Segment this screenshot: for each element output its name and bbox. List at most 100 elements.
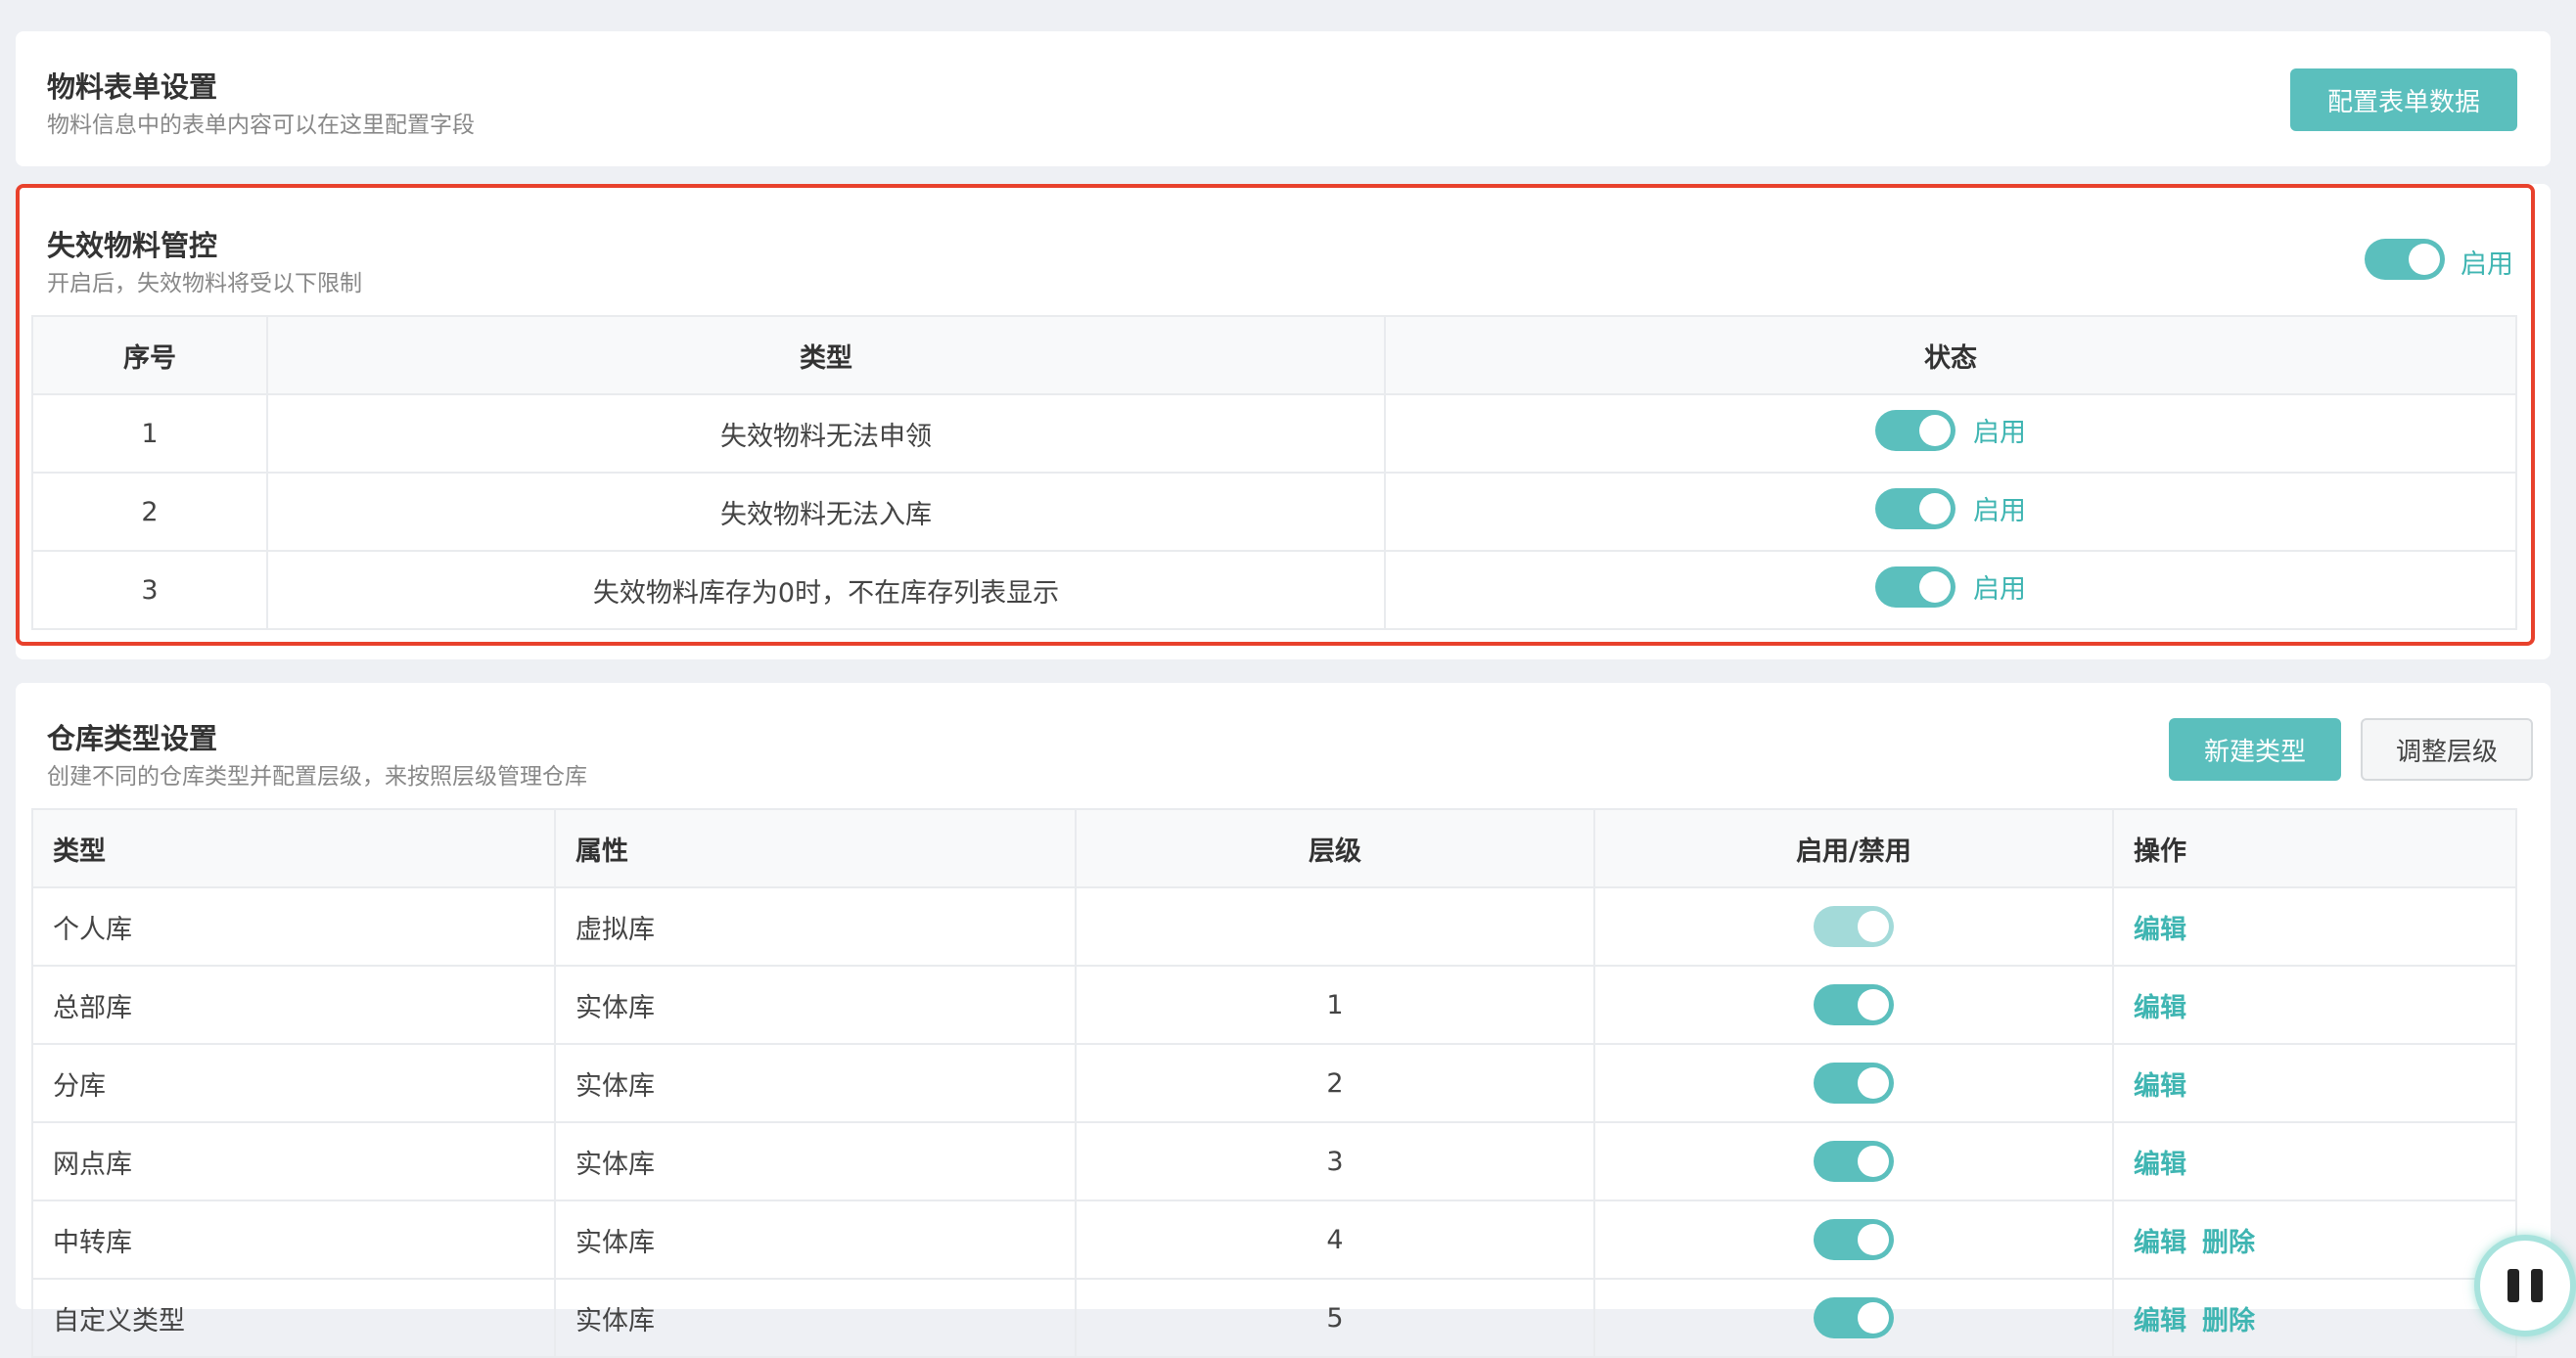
row-type: 失效物料库存为0时，不在库存列表显示	[266, 550, 1386, 630]
row-status-toggle[interactable]	[1875, 409, 1955, 451]
row-type: 分库	[31, 1043, 556, 1123]
row-attribute: 实体库	[554, 1043, 1077, 1123]
row-level	[1075, 886, 1595, 967]
table-row: 2 失效物料无法入库 启用	[31, 472, 2517, 552]
row-enable-toggle[interactable]	[1814, 1141, 1894, 1182]
invalid-material-table: 序号 类型 状态 1 失效物料无法申领 启用 2 失效物料无法入库 启用 3 失…	[31, 315, 2517, 630]
row-index: 2	[31, 472, 268, 552]
warehouse-types-table: 类型 属性 层级 启用/禁用 操作 个人库 虚拟库 编辑 总部库 实体库 1 编辑 分库 实体库…	[31, 808, 2517, 1358]
row-level: 3	[1075, 1121, 1595, 1201]
row-enable-cell	[1593, 886, 2114, 967]
row-type: 失效物料无法入库	[266, 472, 1386, 552]
table-row: 中转库 实体库 4 编辑 删除	[31, 1200, 2517, 1280]
row-enable-cell	[1593, 1278, 2114, 1358]
row-type: 中转库	[31, 1200, 556, 1280]
form-settings-title: 物料表单设置	[47, 70, 218, 104]
toggle-knob	[1858, 989, 1889, 1020]
row-index: 1	[31, 393, 268, 474]
toggle-knob	[1858, 1224, 1889, 1255]
toggle-knob	[1858, 911, 1889, 942]
action-delete-link[interactable]: 删除	[2202, 1228, 2255, 1258]
row-status-toggle[interactable]	[1875, 487, 1955, 529]
column-header-status: 状态	[1384, 315, 2517, 395]
invalid-material-toggle[interactable]	[2365, 239, 2445, 280]
column-header-index: 序号	[31, 315, 268, 395]
row-status-label: 启用	[1973, 418, 2026, 448]
action-edit-link[interactable]: 编辑	[2134, 1150, 2186, 1180]
row-actions: 编辑	[2112, 1043, 2517, 1123]
pause-button[interactable]	[2474, 1235, 2576, 1336]
row-index: 3	[31, 550, 268, 630]
column-header-type: 类型	[266, 315, 1386, 395]
row-level: 1	[1075, 965, 1595, 1045]
row-enable-cell	[1593, 1121, 2114, 1201]
row-enable-toggle[interactable]	[1814, 984, 1894, 1025]
action-edit-link[interactable]: 编辑	[2134, 1306, 2186, 1336]
row-type: 总部库	[31, 965, 556, 1045]
row-enable-toggle[interactable]	[1814, 1063, 1894, 1104]
new-type-button[interactable]: 新建类型	[2169, 718, 2341, 781]
table-row: 分库 实体库 2 编辑	[31, 1043, 2517, 1123]
table-header-row: 类型 属性 层级 启用/禁用 操作	[31, 808, 2517, 888]
table-row: 总部库 实体库 1 编辑	[31, 965, 2517, 1045]
toggle-knob	[1858, 1302, 1889, 1334]
toggle-knob	[1919, 414, 1951, 446]
form-settings-subtitle: 物料信息中的表单内容可以在这里配置字段	[47, 113, 475, 138]
row-actions: 编辑 删除	[2112, 1278, 2517, 1358]
table-row: 3 失效物料库存为0时，不在库存列表显示 启用	[31, 550, 2517, 630]
pause-icon	[2531, 1269, 2543, 1302]
table-row: 个人库 虚拟库 编辑	[31, 886, 2517, 967]
row-enable-cell	[1593, 965, 2114, 1045]
action-edit-link[interactable]: 编辑	[2134, 915, 2186, 945]
row-attribute: 实体库	[554, 965, 1077, 1045]
row-level: 2	[1075, 1043, 1595, 1123]
action-edit-link[interactable]: 编辑	[2134, 1071, 2186, 1102]
row-status-toggle[interactable]	[1875, 566, 1955, 608]
row-type: 网点库	[31, 1121, 556, 1201]
adjust-level-button[interactable]: 调整层级	[2361, 718, 2533, 781]
table-row: 自定义类型 实体库 5 编辑 删除	[31, 1278, 2517, 1358]
table-row: 1 失效物料无法申领 启用	[31, 393, 2517, 474]
warehouse-types-subtitle: 创建不同的仓库类型并配置层级，来按照层级管理仓库	[47, 764, 587, 790]
row-actions: 编辑	[2112, 886, 2517, 967]
row-status-cell: 启用	[1384, 393, 2517, 474]
toggle-knob	[1919, 492, 1951, 524]
row-status-label: 启用	[1973, 496, 2026, 526]
table-row: 网点库 实体库 3 编辑	[31, 1121, 2517, 1201]
row-type: 失效物料无法申领	[266, 393, 1386, 474]
row-status-cell: 启用	[1384, 472, 2517, 552]
invalid-material-toggle-label: 启用	[2461, 249, 2513, 280]
row-enable-toggle[interactable]	[1814, 1297, 1894, 1338]
row-enable-cell	[1593, 1200, 2114, 1280]
row-status-label: 启用	[1973, 574, 2026, 605]
toggle-knob	[1858, 1067, 1889, 1099]
table-header-row: 序号 类型 状态	[31, 315, 2517, 395]
column-header-enable: 启用/禁用	[1593, 808, 2114, 888]
invalid-material-title: 失效物料管控	[47, 229, 218, 262]
row-type: 个人库	[31, 886, 556, 967]
pause-icon	[2507, 1269, 2519, 1302]
warehouse-types-title: 仓库类型设置	[47, 722, 218, 755]
row-level: 4	[1075, 1200, 1595, 1280]
toggle-knob	[1858, 1146, 1889, 1177]
row-attribute: 虚拟库	[554, 886, 1077, 967]
column-header-type: 类型	[31, 808, 556, 888]
configure-form-data-button[interactable]: 配置表单数据	[2290, 68, 2517, 131]
action-edit-link[interactable]: 编辑	[2134, 1228, 2186, 1258]
column-header-attribute: 属性	[554, 808, 1077, 888]
row-actions: 编辑 删除	[2112, 1200, 2517, 1280]
row-actions: 编辑	[2112, 1121, 2517, 1201]
row-attribute: 实体库	[554, 1121, 1077, 1201]
row-level: 5	[1075, 1278, 1595, 1358]
action-edit-link[interactable]: 编辑	[2134, 993, 2186, 1023]
row-enable-toggle[interactable]	[1814, 1219, 1894, 1260]
toggle-knob	[2409, 244, 2440, 275]
row-status-cell: 启用	[1384, 550, 2517, 630]
row-attribute: 实体库	[554, 1200, 1077, 1280]
column-header-level: 层级	[1075, 808, 1595, 888]
invalid-material-subtitle: 开启后，失效物料将受以下限制	[47, 271, 362, 296]
form-settings-card: 物料表单设置 物料信息中的表单内容可以在这里配置字段 配置表单数据	[16, 31, 2551, 166]
action-delete-link[interactable]: 删除	[2202, 1306, 2255, 1336]
row-enable-cell	[1593, 1043, 2114, 1123]
row-attribute: 实体库	[554, 1278, 1077, 1358]
